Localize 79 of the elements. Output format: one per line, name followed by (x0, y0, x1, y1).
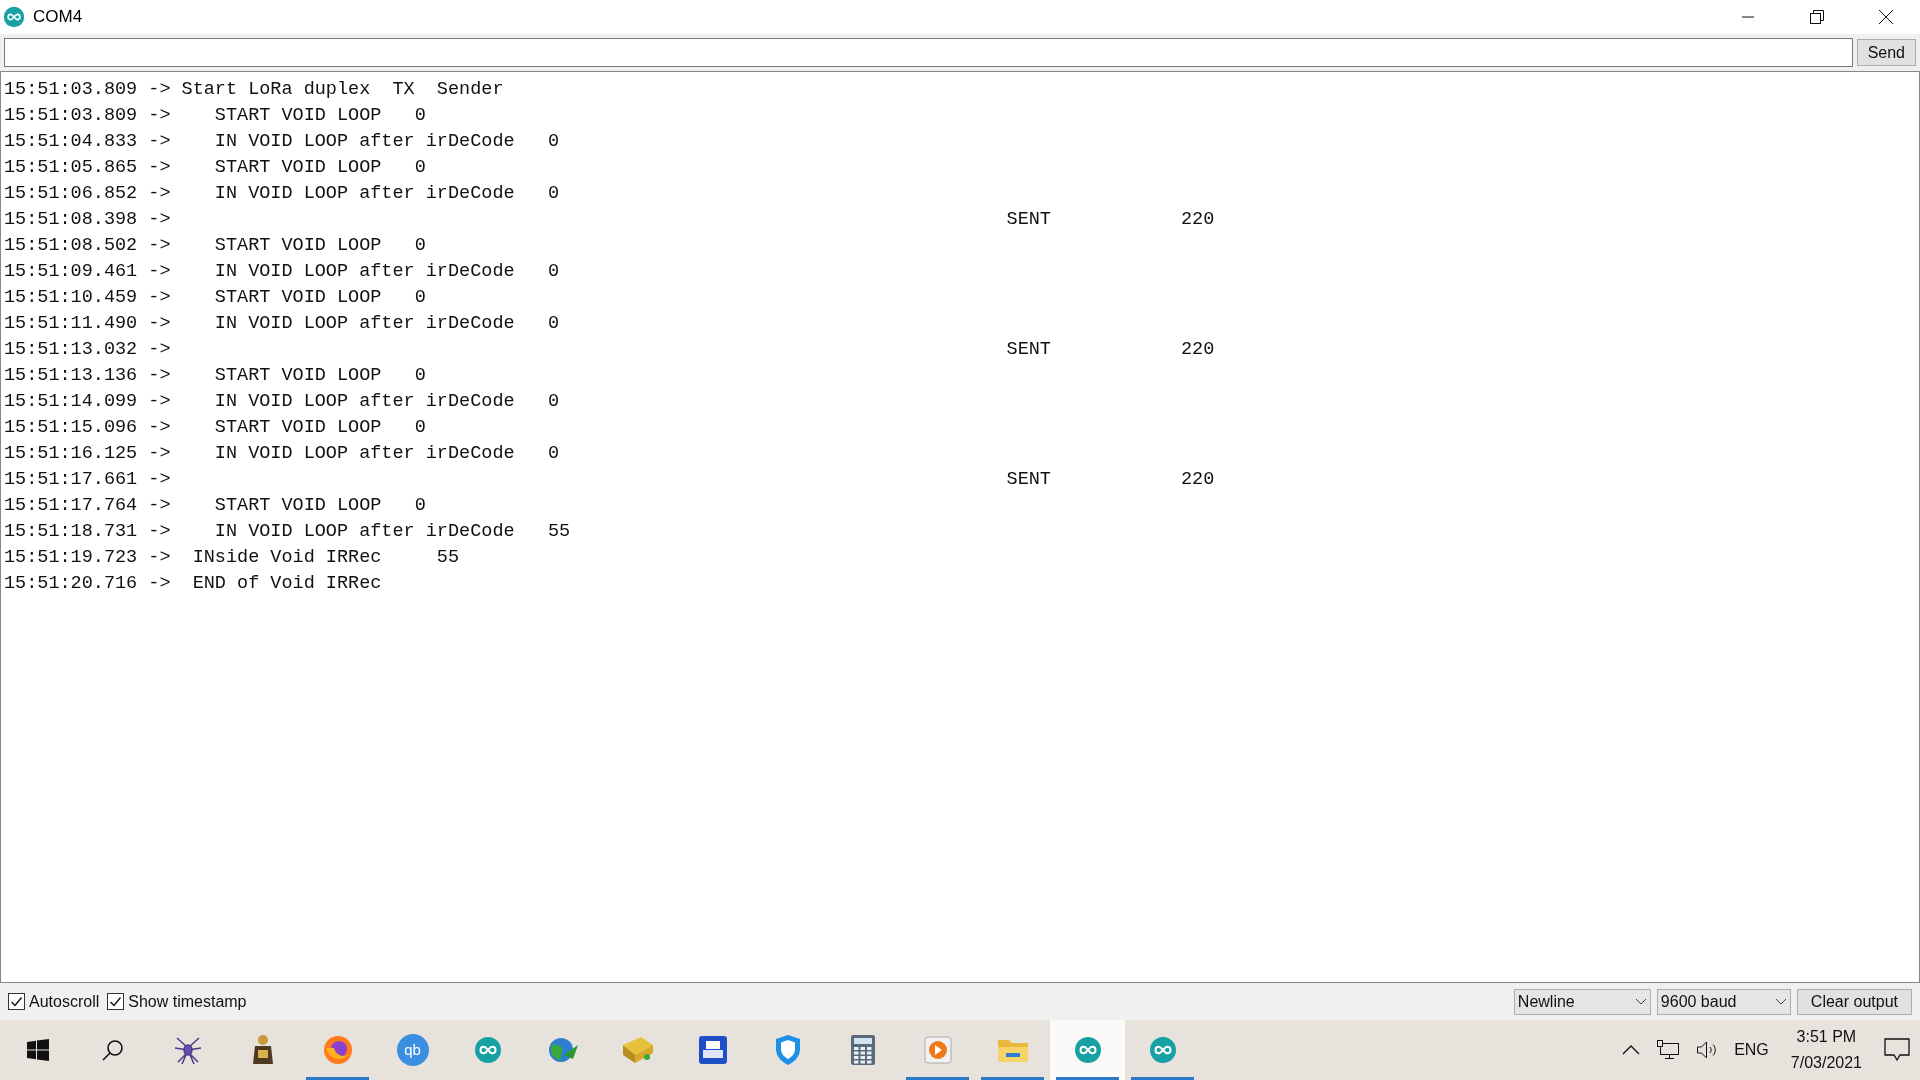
output-text: IN VOID LOOP after irDeCode 0 (213, 312, 559, 336)
output-text: START VOID LOOP 0 (213, 104, 426, 128)
timestamp: 15:51:20.716 -> (4, 572, 171, 596)
app-icon: qb (396, 1034, 429, 1066)
output-text: IN VOID LOOP after irDeCode 0 (213, 390, 559, 414)
output-text: START VOID LOOP 0 (213, 494, 426, 518)
output-text: IN VOID LOOP after irDeCode 0 (213, 130, 559, 154)
timestamp: 15:51:18.731 -> (4, 520, 171, 544)
timestamp: 15:51:08.398 -> (4, 208, 171, 232)
timestamp: 15:51:15.096 -> (4, 416, 171, 440)
chevron-down-icon (1774, 997, 1787, 1006)
infinity-app-icon (1148, 1036, 1177, 1064)
printer-icon (697, 1035, 728, 1065)
output-text: END of Void IRRec (191, 572, 382, 596)
output-text: START VOID LOOP 0 (213, 364, 426, 388)
output-value: 220 (1180, 468, 1215, 492)
timestamp: 15:51:09.461 -> (4, 260, 171, 284)
chevron-down-icon (1634, 997, 1647, 1006)
output-text: START VOID LOOP 0 (213, 234, 426, 258)
timestamp: 15:51:05.865 -> (4, 156, 171, 180)
output-text: IN VOID LOOP after irDeCode 55 (213, 520, 571, 544)
output-text: IN VOID LOOP after irDeCode 0 (213, 260, 559, 284)
message-input-field[interactable] (4, 38, 1853, 67)
output-text: SENT (1006, 338, 1051, 362)
timestamp: 15:51:11.490 -> (4, 312, 171, 336)
output-text: IN VOID LOOP after irDeCode 0 (213, 442, 559, 466)
infinity-app-icon (473, 1036, 502, 1064)
calculator-icon (849, 1034, 876, 1066)
language-indicator[interactable]: ENG (1734, 1038, 1769, 1062)
timestamp: 15:51:08.502 -> (4, 234, 171, 258)
notification-icon[interactable] (1884, 1038, 1910, 1062)
timestamp: 15:51:03.809 -> (4, 104, 171, 128)
app-logo-icon (3, 6, 25, 28)
timestamp: 15:51:03.809 -> (4, 78, 171, 102)
clear-output-button[interactable]: Clear output (1796, 988, 1912, 1015)
browser-icon (321, 1034, 354, 1066)
output-text: INside Void IRRec 55 (191, 546, 460, 570)
network-monitor-icon[interactable] (1656, 1040, 1681, 1060)
output-value: 220 (1180, 338, 1215, 362)
checkmark-icon (109, 995, 123, 1008)
checkbox-label: Autoscroll (29, 991, 100, 1012)
search-icon (100, 1038, 125, 1062)
play-icon (922, 1035, 953, 1065)
output-text: SENT (1006, 208, 1051, 232)
output-text: IN VOID LOOP after irDeCode 0 (213, 182, 559, 206)
output-text: Start LoRa duplex TX Sender (181, 78, 504, 102)
shield-icon (773, 1034, 802, 1066)
output-text: START VOID LOOP 0 (213, 416, 426, 440)
windows-start-icon (26, 1039, 49, 1061)
output-value: 220 (1180, 208, 1215, 232)
checkbox[interactable] (107, 993, 125, 1010)
line-ending-dropdown[interactable]: Newline (1513, 988, 1651, 1015)
timestamp: 15:51:16.125 -> (4, 442, 171, 466)
checkmark-icon (10, 995, 23, 1008)
baud-rate-dropdown[interactable]: 9600 baud (1656, 988, 1791, 1015)
timestamp: 15:51:06.852 -> (4, 182, 171, 206)
minimize-icon (1741, 16, 1754, 18)
timestamp: 15:51:13.136 -> (4, 364, 171, 388)
timestamp: 15:51:17.661 -> (4, 468, 171, 492)
timestamp: 15:51:19.723 -> (4, 546, 171, 570)
timestamp: 15:51:04.833 -> (4, 130, 171, 154)
speaker-icon[interactable] (1696, 1040, 1719, 1060)
timestamp: 15:51:10.459 -> (4, 286, 171, 310)
output-text: SENT (1006, 468, 1051, 492)
timestamp: 15:51:14.099 -> (4, 390, 171, 414)
infinity-app-icon (1073, 1036, 1102, 1064)
figure-icon (250, 1034, 275, 1066)
chevron-up-icon[interactable] (1622, 1045, 1641, 1055)
send-button[interactable]: Send (1856, 39, 1916, 66)
timestamp: 15:51:13.032 -> (4, 338, 171, 362)
output-text: START VOID LOOP 0 (213, 286, 426, 310)
checkbox[interactable] (8, 993, 25, 1010)
window-title: COM4 (33, 6, 83, 29)
timestamp: 15:51:17.764 -> (4, 494, 171, 518)
close-icon (1878, 10, 1893, 24)
checkbox-label: Show timestamp (128, 991, 247, 1012)
clock[interactable]: 3:51 PM 7/03/2021 (1784, 1024, 1868, 1076)
output-text: START VOID LOOP 0 (213, 156, 426, 180)
restore-icon (1809, 10, 1824, 24)
